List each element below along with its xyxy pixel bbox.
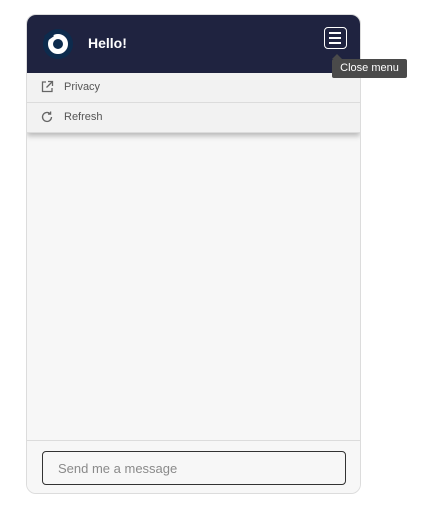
refresh-icon bbox=[40, 110, 54, 124]
external-link-icon bbox=[40, 80, 54, 94]
menu-item-label: Privacy bbox=[64, 81, 101, 93]
menu-item-privacy[interactable]: Privacy bbox=[27, 73, 360, 103]
menu-item-refresh[interactable]: Refresh bbox=[27, 103, 360, 133]
menu-item-label: Refresh bbox=[64, 111, 103, 123]
chat-logo-icon bbox=[43, 29, 73, 59]
chat-header: Hello! bbox=[27, 15, 360, 73]
hamburger-menu-icon[interactable] bbox=[324, 27, 347, 49]
chat-widget: Hello! Privacy Refresh Send me a message bbox=[26, 14, 361, 494]
message-input[interactable] bbox=[42, 451, 346, 485]
close-menu-tooltip: Close menu bbox=[332, 54, 407, 78]
composer-bar bbox=[27, 440, 360, 493]
dropdown-menu: Privacy Refresh bbox=[27, 73, 360, 133]
chat-title: Hello! bbox=[88, 35, 127, 51]
